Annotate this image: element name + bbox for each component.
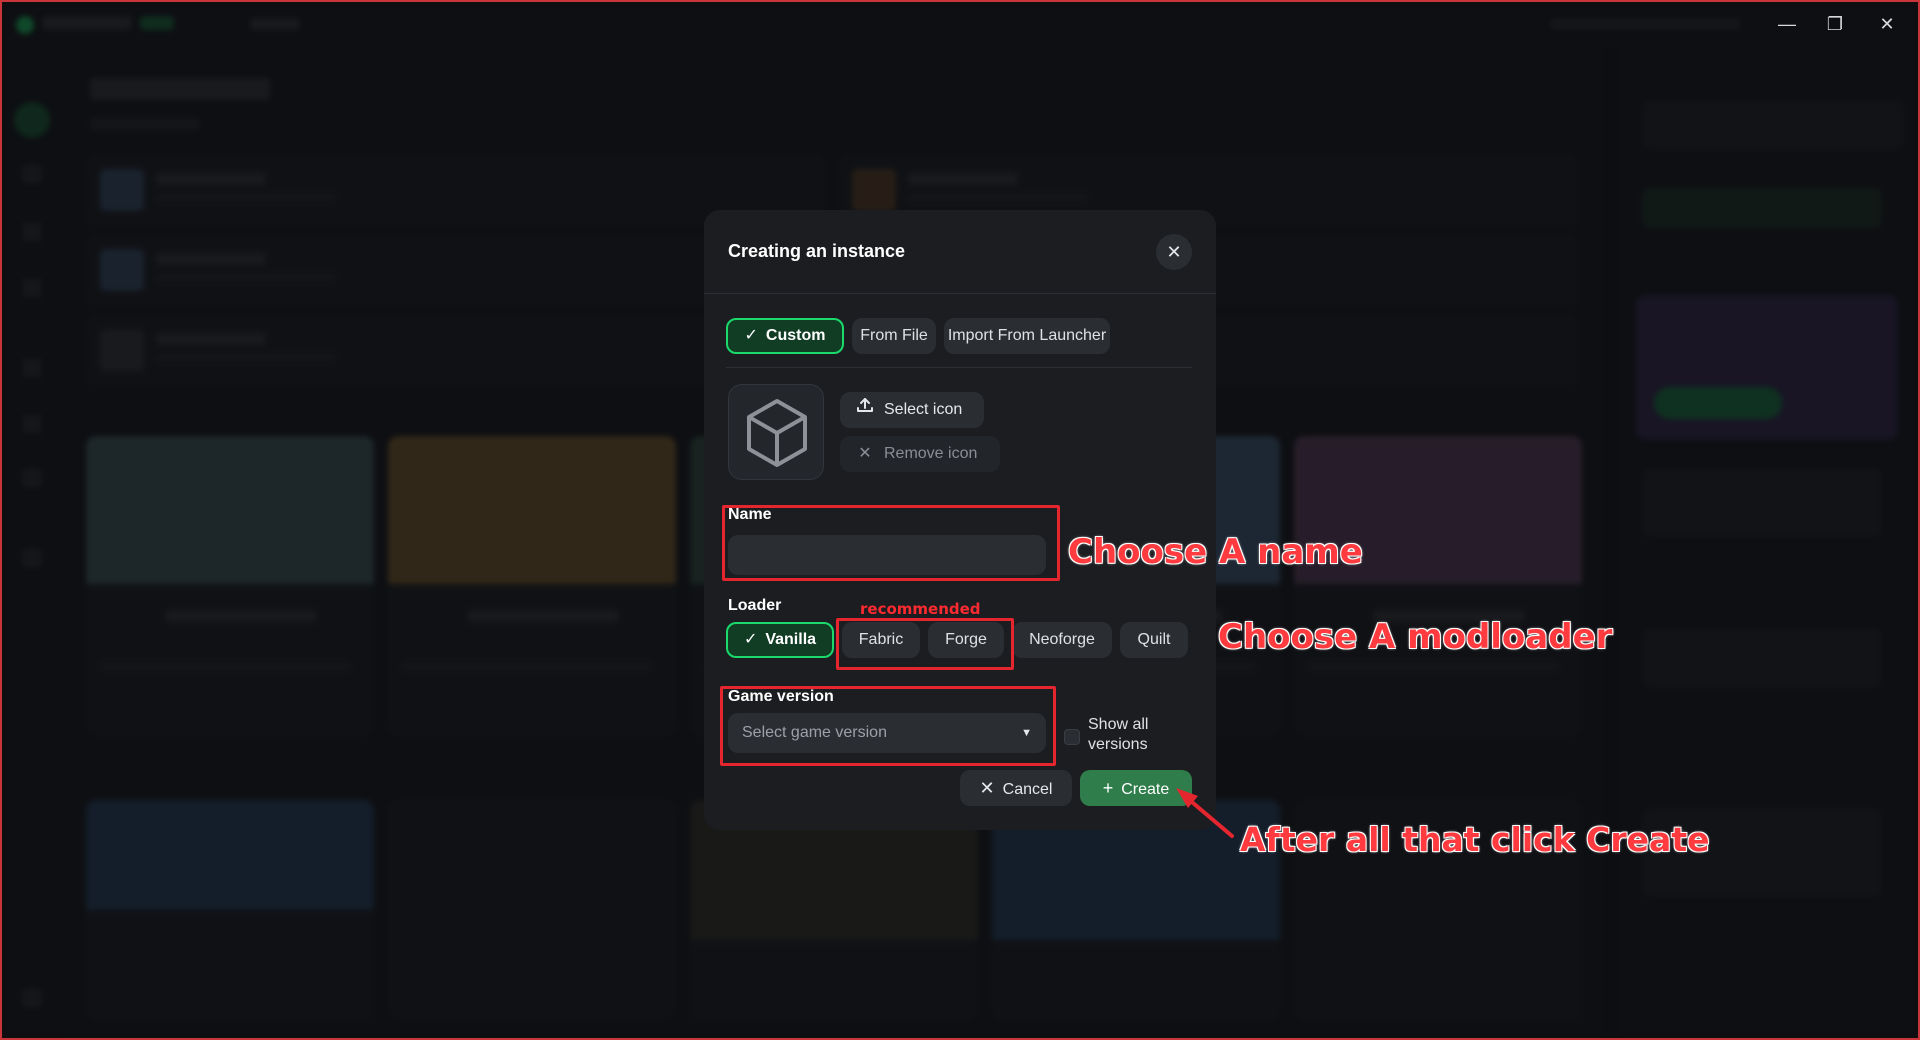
loader-label: Loader	[728, 597, 782, 614]
create-instance-modal: Creating an instance ✕ ✓ Custom From File…	[704, 210, 1216, 830]
x-icon: ✕	[979, 778, 995, 798]
cube-icon	[747, 399, 807, 467]
check-icon: ✓	[744, 327, 758, 344]
show-all-versions-checkbox[interactable]	[1064, 729, 1080, 745]
game-version-placeholder: Select game version	[742, 724, 887, 741]
name-input[interactable]	[728, 535, 1046, 575]
cancel-label: Cancel	[1002, 781, 1053, 798]
select-icon-button[interactable]: Select icon	[840, 392, 984, 428]
minimize-icon[interactable]: —	[1770, 10, 1804, 38]
create-label: Create	[1121, 781, 1170, 798]
loader-label-text: Neoforge	[1029, 631, 1095, 648]
recommended-note: recommended	[860, 600, 981, 618]
remove-icon-label: Remove icon	[884, 445, 978, 462]
choose-name-note: Choose A name	[1068, 532, 1363, 572]
check-icon: ✓	[743, 631, 758, 648]
loader-neoforge[interactable]: Neoforge	[1012, 622, 1112, 658]
game-version-select[interactable]: Select game version ▼	[728, 713, 1046, 753]
create-button[interactable]: + Create	[1080, 770, 1192, 806]
restore-icon[interactable]: ❐	[1818, 10, 1852, 38]
tab-label: Custom	[765, 327, 826, 344]
close-window-icon[interactable]: ✕	[1870, 10, 1904, 38]
tab-label: Import From Launcher	[947, 327, 1107, 344]
game-version-label: Game version	[728, 688, 834, 705]
upload-icon	[854, 392, 876, 428]
loader-quilt[interactable]: Quilt	[1120, 622, 1188, 658]
instance-icon-preview	[728, 384, 824, 480]
click-create-note: After all that click Create	[1240, 820, 1710, 859]
loader-label-text: Vanilla	[765, 631, 817, 648]
tab-custom[interactable]: ✓ Custom	[726, 318, 844, 354]
name-label: Name	[728, 506, 772, 523]
close-modal-button[interactable]: ✕	[1156, 234, 1192, 270]
loader-label-text: Fabric	[858, 631, 904, 648]
tab-from-file[interactable]: From File	[852, 318, 936, 354]
modal-header: Creating an instance ✕	[704, 210, 1216, 294]
loader-forge[interactable]: Forge	[928, 622, 1004, 658]
tab-import-from-launcher[interactable]: Import From Launcher	[944, 318, 1110, 354]
cancel-button[interactable]: ✕ Cancel	[960, 770, 1072, 806]
close-icon: ✕	[1166, 242, 1182, 262]
source-tabs: ✓ Custom From File Import From Launcher	[726, 318, 1192, 368]
tab-label: From File	[860, 327, 928, 344]
plus-icon: +	[1102, 778, 1114, 798]
x-icon: ✕	[858, 445, 872, 462]
choose-modloader-note: Choose A modloader	[1218, 617, 1613, 657]
loader-fabric[interactable]: Fabric	[842, 622, 920, 658]
loader-label-text: Forge	[945, 631, 987, 648]
chevron-down-icon: ▼	[1021, 727, 1032, 739]
loader-label-text: Quilt	[1137, 631, 1171, 648]
modal-title: Creating an instance	[728, 241, 906, 261]
show-all-versions-label[interactable]: Show all versions	[1088, 715, 1198, 755]
select-icon-label: Select icon	[884, 401, 963, 418]
remove-icon-button[interactable]: ✕ Remove icon	[840, 436, 1000, 472]
loader-vanilla[interactable]: ✓ Vanilla	[726, 622, 834, 658]
